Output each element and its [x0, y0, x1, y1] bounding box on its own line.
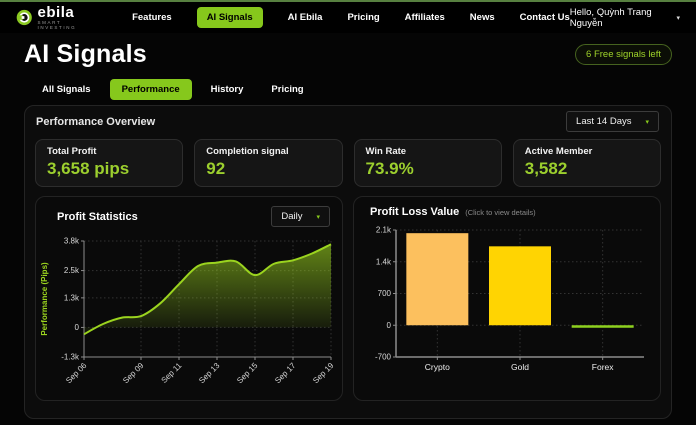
- stat-value: 92: [206, 159, 330, 179]
- top-nav: ebila SMART INVESTING Features AI Signals…: [0, 2, 696, 33]
- tab-history[interactable]: History: [202, 79, 253, 100]
- stat-card-active-member: Active Member 3,582: [513, 139, 661, 187]
- interval-value: Daily: [281, 211, 302, 222]
- chevron-down-icon: ▾: [316, 213, 320, 221]
- brand-name: ebila: [38, 5, 95, 20]
- page-root: ebila SMART INVESTING Features AI Signals…: [0, 0, 696, 419]
- svg-text:Sep 06: Sep 06: [64, 361, 89, 386]
- nav-item-pricing[interactable]: Pricing: [347, 12, 379, 23]
- stat-label: Active Member: [525, 146, 649, 157]
- tab-bar: All Signals Performance History Pricing: [0, 69, 696, 100]
- stat-value: 3,658 pips: [47, 159, 171, 179]
- bar-chart-svg: 2.1k 1.4k 700 0 -700 Crypto Gold Forex: [356, 220, 658, 387]
- svg-text:Gold: Gold: [511, 362, 529, 372]
- area-fill: [84, 244, 331, 334]
- svg-text:Sep 17: Sep 17: [273, 361, 298, 386]
- bar-forex[interactable]: [572, 325, 634, 328]
- nav-item-ai-signals[interactable]: AI Signals: [197, 7, 263, 28]
- tab-all-signals[interactable]: All Signals: [33, 79, 100, 100]
- brand-icon: [16, 8, 33, 27]
- area-chart-svg: 3.8k 2.5k 1.3k 0 -1.3kSep 06 Sep 09 Sep 11 Sep …: [38, 229, 340, 396]
- svg-text:0: 0: [75, 323, 80, 332]
- nav-item-ai-ebila[interactable]: AI Ebila: [288, 12, 323, 23]
- svg-text:Sep 19: Sep 19: [311, 361, 336, 386]
- profit-loss-header: Profit Loss Value (Click to view details…: [354, 197, 660, 218]
- svg-text:2.5k: 2.5k: [64, 266, 80, 275]
- brand-logo[interactable]: ebila SMART INVESTING: [16, 5, 94, 30]
- charts-row: Profit Statistics Daily ▾ 3.8k 2.5k 1.3k 0 -…: [35, 196, 661, 401]
- stat-card-total-profit: Total Profit 3,658 pips: [35, 139, 183, 187]
- profit-statistics-header: Profit Statistics Daily ▾: [36, 197, 342, 227]
- svg-text:Forex: Forex: [592, 362, 614, 372]
- brand-tagline: SMART INVESTING: [38, 21, 95, 30]
- svg-text:0: 0: [387, 321, 392, 330]
- performance-overview-section: Performance Overview Last 14 Days ▾ Tota…: [24, 105, 672, 419]
- svg-text:Sep 13: Sep 13: [197, 361, 222, 386]
- stat-card-completion-signal: Completion signal 92: [194, 139, 342, 187]
- panel-hint: (Click to view details): [465, 208, 535, 217]
- date-range-value: Last 14 Days: [576, 116, 631, 127]
- svg-text:3.8k: 3.8k: [64, 237, 80, 246]
- panel-title: Profit Statistics: [57, 211, 138, 223]
- tab-performance[interactable]: Performance: [110, 79, 192, 100]
- svg-text:Crypto: Crypto: [425, 362, 450, 372]
- overview-header: Performance Overview Last 14 Days ▾: [25, 106, 671, 136]
- page-header: AI Signals 6 Free signals left: [0, 33, 696, 69]
- tab-pricing[interactable]: Pricing: [262, 79, 312, 100]
- svg-text:1.4k: 1.4k: [376, 257, 392, 266]
- profit-statistics-panel: Profit Statistics Daily ▾ 3.8k 2.5k 1.3k 0 -…: [35, 196, 343, 401]
- stat-label: Win Rate: [366, 146, 490, 157]
- nav-item-affiliates[interactable]: Affiliates: [405, 12, 445, 23]
- stat-value: 73.9%: [366, 159, 490, 179]
- y-axis-label: Performance (Pips): [40, 262, 49, 336]
- interval-select[interactable]: Daily ▾: [271, 206, 330, 227]
- svg-text:Sep 11: Sep 11: [160, 361, 184, 385]
- user-greeting: Hello, Quỳnh Trang Nguyễn: [570, 7, 672, 29]
- section-heading: Performance Overview: [36, 116, 155, 128]
- svg-text:-1.3k: -1.3k: [61, 353, 80, 362]
- brand-text: ebila SMART INVESTING: [38, 5, 95, 30]
- stat-label: Completion signal: [206, 146, 330, 157]
- profit-loss-bar-chart[interactable]: 2.1k 1.4k 700 0 -700 Crypto Gold Forex: [356, 220, 660, 392]
- chevron-down-icon: ▾: [645, 118, 649, 126]
- performance-area-chart[interactable]: 3.8k 2.5k 1.3k 0 -1.3kSep 06 Sep 09 Sep 11 Sep …: [38, 229, 342, 401]
- page-title: AI Signals: [24, 40, 147, 69]
- svg-text:Sep 09: Sep 09: [121, 361, 146, 386]
- svg-text:1.3k: 1.3k: [64, 293, 80, 302]
- svg-text:-700: -700: [375, 353, 392, 362]
- date-range-select[interactable]: Last 14 Days ▾: [566, 111, 659, 132]
- panel-title: Profit Loss Value: [370, 206, 459, 218]
- nav-menu: Features AI Signals AI Ebila Pricing Affilia…: [132, 7, 570, 28]
- svg-text:Sep 15: Sep 15: [235, 361, 260, 386]
- svg-text:2.1k: 2.1k: [376, 226, 392, 235]
- svg-text:700: 700: [378, 289, 392, 298]
- nav-item-contact-us[interactable]: Contact Us: [520, 12, 570, 23]
- stat-cards-row: Total Profit 3,658 pips Completion signal 9…: [35, 139, 661, 187]
- stat-value: 3,582: [525, 159, 649, 179]
- stat-label: Total Profit: [47, 146, 171, 157]
- free-signals-badge[interactable]: 6 Free signals left: [575, 44, 672, 65]
- user-menu[interactable]: Hello, Quỳnh Trang Nguyễn ▾: [570, 7, 680, 29]
- bar-crypto[interactable]: [406, 233, 468, 325]
- chevron-down-icon: ▾: [676, 14, 680, 22]
- stat-card-win-rate: Win Rate 73.9%: [354, 139, 502, 187]
- nav-item-news[interactable]: News: [470, 12, 495, 23]
- profit-loss-panel: Profit Loss Value (Click to view details…: [353, 196, 661, 401]
- nav-item-features[interactable]: Features: [132, 12, 172, 23]
- bar-gold[interactable]: [489, 246, 551, 325]
